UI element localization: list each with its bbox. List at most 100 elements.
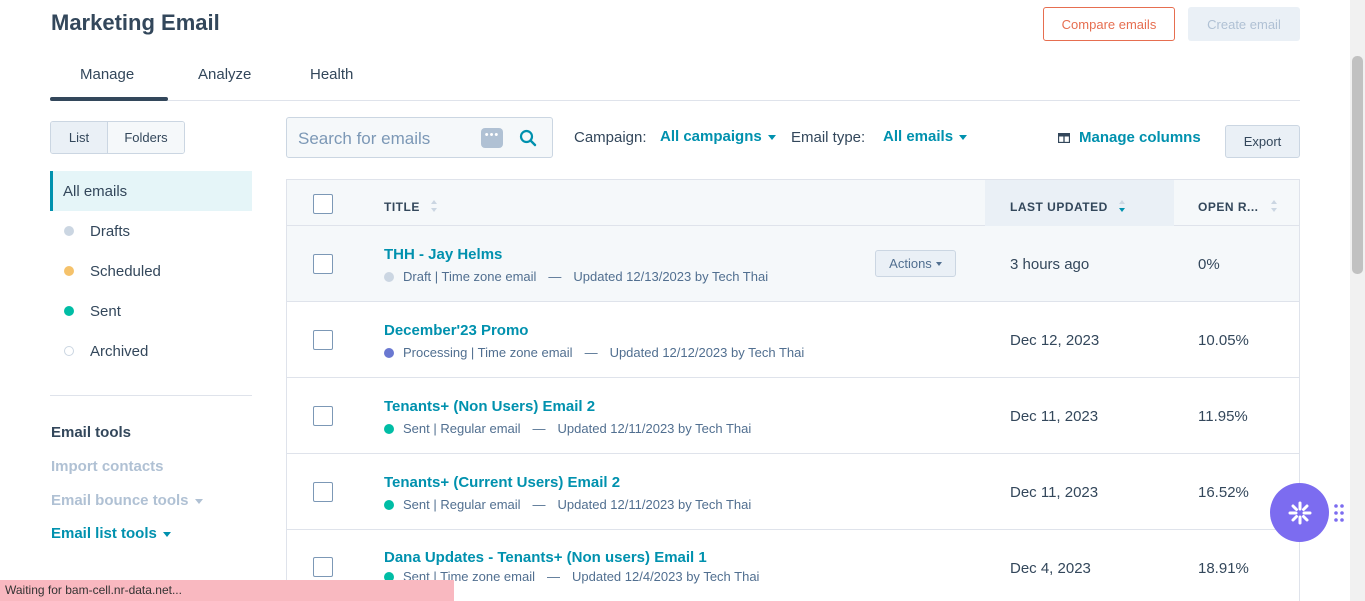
sparkle-icon — [1288, 501, 1311, 524]
open-rate-cell: 11.95% — [1198, 408, 1248, 425]
chat-launcher-button[interactable] — [1270, 483, 1329, 542]
campaign-filter-label: Campaign: — [574, 129, 647, 146]
chevron-down-icon — [935, 261, 942, 266]
email-updated: Updated 12/11/2023 by Tech Thai — [557, 421, 752, 436]
email-title-link[interactable]: THH - Jay Helms — [384, 246, 502, 263]
status-dot-icon — [384, 423, 394, 434]
status-dot-icon — [64, 346, 74, 356]
table-header: TITLE LAST UPDATED OPEN R... — [287, 180, 1299, 226]
email-meta: Sent | Regular email — Updated 12/11/202… — [384, 497, 751, 512]
status-dot-icon — [64, 306, 74, 316]
email-list-tools-link[interactable]: Email list tools — [51, 525, 171, 542]
last-updated-cell: Dec 4, 2023 — [1010, 560, 1091, 577]
open-rate-cell: 10.05% — [1198, 332, 1249, 349]
email-tools-heading: Email tools — [51, 424, 132, 441]
open-rate-cell: 0% — [1198, 256, 1220, 273]
search-icon[interactable] — [519, 129, 537, 147]
status-dot-icon — [384, 347, 394, 358]
email-updated: Updated 12/12/2023 by Tech Thai — [609, 345, 805, 360]
status-dot-icon — [384, 271, 394, 282]
browser-status-bar: Waiting for bam-cell.nr-data.net... — [0, 580, 454, 601]
email-title-link[interactable]: Tenants+ (Non Users) Email 2 — [384, 398, 595, 415]
email-status: Sent | Regular email — [403, 421, 521, 436]
email-updated: Updated 12/13/2023 by Tech Thai — [573, 269, 769, 284]
chevron-down-icon — [194, 498, 203, 504]
page-title: Marketing Email — [51, 10, 220, 35]
import-contacts-link[interactable]: Import contacts — [51, 458, 164, 475]
email-meta: Draft | Time zone email — Updated 12/13/… — [384, 269, 768, 284]
status-dot-icon — [64, 266, 74, 276]
sidebar-item-label: Scheduled — [90, 262, 161, 280]
chevron-down-icon — [162, 531, 171, 537]
sidebar-item-label: All emails — [63, 182, 128, 200]
keyboard-shortcut-icon: ••• — [481, 128, 503, 148]
actions-button[interactable]: Actions — [875, 250, 956, 277]
row-checkbox[interactable] — [313, 254, 333, 274]
sidebar-item-all-emails[interactable]: All emails — [50, 171, 252, 211]
sidebar-item-archived[interactable]: Archived — [50, 331, 252, 371]
search-placeholder: Search for emails — [298, 129, 431, 148]
folders-view-button[interactable]: Folders — [108, 122, 184, 153]
chevron-down-icon — [959, 134, 968, 140]
email-bounce-tools-link[interactable]: Email bounce tools — [51, 492, 203, 509]
status-dot-icon — [64, 226, 74, 236]
export-button[interactable]: Export — [1225, 125, 1300, 158]
list-view-button[interactable]: List — [51, 122, 108, 153]
search-input[interactable]: Search for emails ••• — [286, 117, 553, 158]
select-all-checkbox[interactable] — [313, 194, 333, 214]
email-meta: Sent | Regular email — Updated 12/11/202… — [384, 421, 751, 436]
table-row[interactable]: December'23 Promo Processing | Time zone… — [287, 302, 1299, 378]
view-toggle: List Folders — [50, 121, 185, 154]
sort-icon — [1271, 200, 1278, 212]
row-checkbox[interactable] — [313, 330, 333, 350]
tab-manage[interactable]: Manage — [80, 66, 134, 83]
column-header-title[interactable]: TITLE — [384, 199, 438, 214]
columns-icon — [1058, 132, 1070, 143]
compare-emails-button[interactable]: Compare emails — [1043, 7, 1175, 41]
email-updated: Updated 12/11/2023 by Tech Thai — [557, 497, 752, 512]
page-scrollbar[interactable] — [1350, 0, 1365, 601]
email-status: Draft | Time zone email — [403, 269, 537, 284]
manage-columns-button[interactable]: Manage columns — [1058, 129, 1201, 146]
email-title-link[interactable]: December'23 Promo — [384, 322, 528, 339]
email-type-filter-label: Email type: — [791, 129, 866, 146]
last-updated-cell: Dec 11, 2023 — [1010, 408, 1099, 425]
email-title-link[interactable]: Dana Updates - Tenants+ (Non users) Emai… — [384, 549, 707, 566]
drag-handle-icon[interactable] — [1334, 503, 1344, 523]
sidebar-divider — [50, 395, 252, 396]
email-meta: Processing | Time zone email — Updated 1… — [384, 345, 804, 360]
sidebar-item-label: Sent — [90, 302, 121, 320]
email-type-filter-dropdown[interactable]: All emails — [883, 128, 968, 145]
table-row[interactable]: Tenants+ (Current Users) Email 2 Sent | … — [287, 454, 1299, 530]
row-checkbox[interactable] — [313, 406, 333, 426]
column-header-last-updated[interactable]: LAST UPDATED — [1010, 199, 1126, 214]
table-row[interactable]: Tenants+ (Non Users) Email 2 Sent | Regu… — [287, 378, 1299, 454]
email-updated: Updated 12/4/2023 by Tech Thai — [572, 569, 760, 584]
sidebar-item-sent[interactable]: Sent — [50, 291, 252, 331]
chevron-down-icon — [767, 134, 776, 140]
table-row[interactable]: THH - Jay Helms Draft | Time zone email … — [287, 226, 1299, 302]
last-updated-cell: 3 hours ago — [1010, 256, 1090, 273]
sort-icon — [430, 200, 437, 212]
sidebar-item-scheduled[interactable]: Scheduled — [50, 251, 252, 291]
email-table: TITLE LAST UPDATED OPEN R... THH - Jay H… — [286, 179, 1300, 601]
sidebar-item-drafts[interactable]: Drafts — [50, 211, 252, 251]
status-dot-icon — [384, 499, 394, 510]
row-checkbox[interactable] — [313, 482, 333, 502]
tab-health[interactable]: Health — [310, 66, 353, 83]
column-header-open-rate[interactable]: OPEN R... — [1198, 199, 1278, 214]
create-email-button[interactable]: Create email — [1188, 7, 1300, 41]
last-updated-cell: Dec 11, 2023 — [1010, 484, 1099, 501]
tab-analyze[interactable]: Analyze — [198, 66, 251, 83]
row-checkbox[interactable] — [313, 557, 333, 577]
email-status: Processing | Time zone email — [403, 345, 573, 360]
email-title-link[interactable]: Tenants+ (Current Users) Email 2 — [384, 474, 620, 491]
open-rate-cell: 16.52% — [1198, 484, 1249, 501]
last-updated-cell: Dec 12, 2023 — [1010, 332, 1100, 349]
sidebar-nav: All emails Drafts Scheduled Sent Archive… — [50, 171, 252, 371]
open-rate-cell: 18.91% — [1198, 560, 1249, 577]
sidebar-item-label: Archived — [90, 342, 149, 360]
email-status: Sent | Regular email — [403, 497, 521, 512]
campaign-filter-dropdown[interactable]: All campaigns — [660, 128, 776, 145]
scrollbar-thumb[interactable] — [1352, 56, 1363, 274]
